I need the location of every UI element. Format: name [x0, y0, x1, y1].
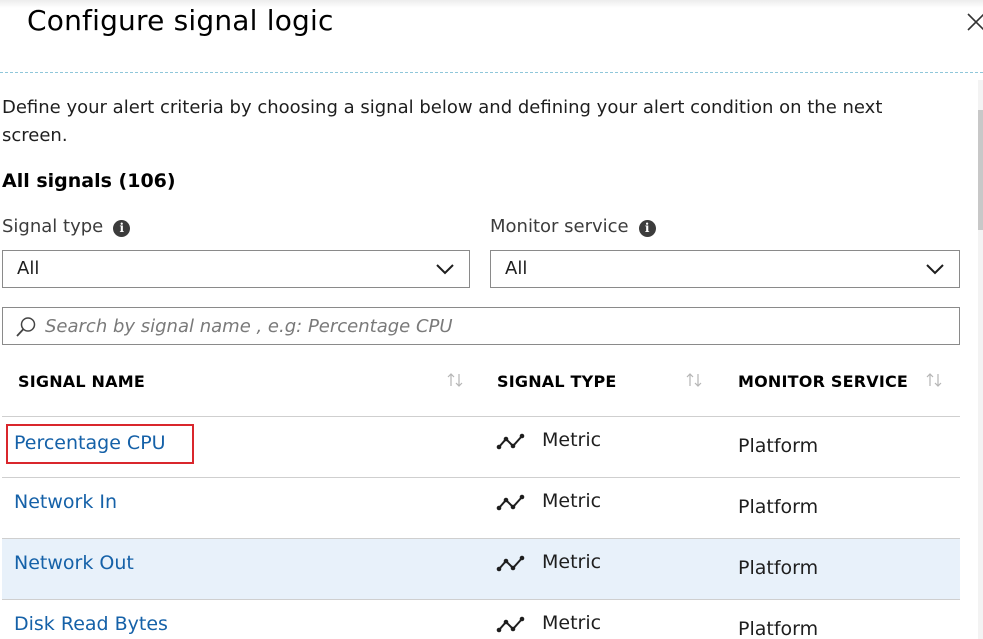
signal-type-label: Signal type i [2, 216, 131, 237]
table-row[interactable]: Percentage CPU Metric Platform [2, 417, 960, 478]
table-row[interactable]: Disk Read Bytes Metric Platform [2, 600, 960, 639]
signal-type-label-text: Signal type [2, 216, 104, 237]
metric-icon [496, 433, 525, 450]
signal-name-link[interactable]: Network Out [14, 552, 134, 574]
signal-type-cell: Metric [496, 429, 601, 453]
search-icon [16, 317, 36, 337]
signal-type-dropdown[interactable]: All [2, 250, 470, 288]
metric-icon [496, 494, 525, 511]
signal-type-cell: Metric [496, 612, 601, 636]
signal-type-text: Metric [542, 551, 602, 573]
sort-icon[interactable] [684, 372, 704, 388]
signal-type-text: Metric [542, 612, 602, 634]
sort-icon[interactable] [924, 372, 944, 388]
signal-type-cell: Metric [496, 551, 601, 575]
column-header-signal-type[interactable]: SIGNAL TYPE [497, 372, 617, 391]
metric-icon [496, 616, 525, 633]
signals-table-header: SIGNAL NAME SIGNAL TYPE MONITOR SERVICE [2, 350, 960, 417]
signal-type-text: Metric [542, 429, 602, 451]
scrollbar-thumb[interactable] [978, 110, 983, 230]
monitor-service-value: All [505, 258, 528, 279]
signal-type-value: All [17, 258, 40, 279]
monitor-service-label: Monitor service i [490, 216, 656, 237]
configure-signal-logic-panel: Configure signal logic Define your alert… [0, 0, 983, 639]
signal-name-link[interactable]: Percentage CPU [6, 424, 194, 464]
signal-type-cell: Metric [496, 490, 601, 514]
section-title: All signals (106) [2, 170, 176, 192]
monitor-service-label-text: Monitor service [490, 216, 629, 237]
scrollbar[interactable] [978, 80, 983, 639]
monitor-service-text: Platform [738, 557, 819, 579]
close-icon[interactable] [966, 12, 983, 32]
header-divider [0, 72, 983, 73]
metric-icon [496, 555, 525, 572]
info-icon[interactable]: i [113, 219, 131, 237]
signals-table-body: Percentage CPU Metric Platform Network I… [2, 417, 960, 639]
chevron-down-icon [436, 264, 454, 275]
monitor-service-text: Platform [738, 435, 819, 457]
signal-name-link[interactable]: Disk Read Bytes [14, 613, 168, 635]
page-title: Configure signal logic [27, 4, 334, 37]
chevron-down-icon [926, 264, 944, 275]
description-text: Define your alert criteria by choosing a… [2, 97, 883, 146]
monitor-service-dropdown[interactable]: All [490, 250, 960, 288]
signal-type-text: Metric [542, 490, 602, 512]
column-header-signal-name[interactable]: SIGNAL NAME [18, 372, 145, 391]
search-input[interactable] [45, 310, 945, 342]
panel-header: Configure signal logic [0, 0, 983, 72]
signal-name-link[interactable]: Network In [14, 491, 117, 513]
table-row[interactable]: Network Out Metric Platform [2, 539, 960, 600]
sort-icon[interactable] [445, 372, 465, 388]
monitor-service-text: Platform [738, 618, 819, 639]
column-header-monitor-service[interactable]: MONITOR SERVICE [738, 372, 908, 391]
table-row[interactable]: Network In Metric Platform [2, 478, 960, 539]
monitor-service-text: Platform [738, 496, 819, 518]
signal-search-box[interactable] [2, 307, 960, 345]
info-icon[interactable]: i [638, 219, 656, 237]
